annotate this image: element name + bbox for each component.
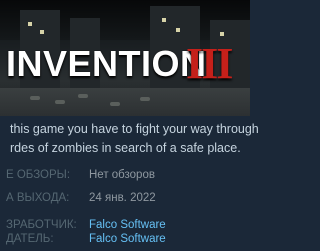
game-logo: INVENTION III: [0, 39, 250, 88]
reviews-row: Е ОБЗОРЫ: Нет обзоров: [0, 169, 250, 187]
reviews-value: Нет обзоров: [89, 169, 155, 181]
capsule-window-light: [40, 30, 44, 34]
capsule-zombie: [140, 97, 150, 101]
capsule-ground: [0, 88, 250, 116]
game-description: this game you have to fight your way thr…: [10, 120, 260, 158]
capsule-zombie: [55, 100, 65, 104]
publisher-row: ДАТЕЛЬ: Falco Software: [0, 233, 250, 251]
release-date-value: 24 янв. 2022: [89, 192, 156, 204]
game-logo-numeral: III: [186, 39, 233, 88]
capsule-window-light: [28, 22, 32, 26]
developer-link[interactable]: Falco Software: [89, 219, 166, 231]
game-logo-title: INVENTION: [6, 43, 207, 84]
release-date-label: А ВЫХОДА:: [6, 192, 70, 204]
publisher-label: ДАТЕЛЬ:: [6, 233, 54, 245]
capsule-zombie: [78, 94, 88, 98]
game-description-line: this game you have to fight your way thr…: [10, 122, 259, 136]
capsule-window-light: [162, 18, 166, 22]
game-capsule-image: INVENTION III: [0, 0, 250, 116]
release-date-row: А ВЫХОДА: 24 янв. 2022: [0, 192, 250, 210]
capsule-window-light: [176, 28, 180, 32]
reviews-label: Е ОБЗОРЫ:: [6, 169, 71, 181]
capsule-window-light: [220, 32, 224, 36]
developer-label: ЗРАБОТЧИК:: [6, 219, 77, 231]
capsule-zombie: [30, 96, 40, 100]
capsule-zombie: [110, 102, 120, 106]
game-description-line: rdes of zombies in search of a safe plac…: [10, 141, 241, 155]
publisher-link[interactable]: Falco Software: [89, 233, 166, 245]
